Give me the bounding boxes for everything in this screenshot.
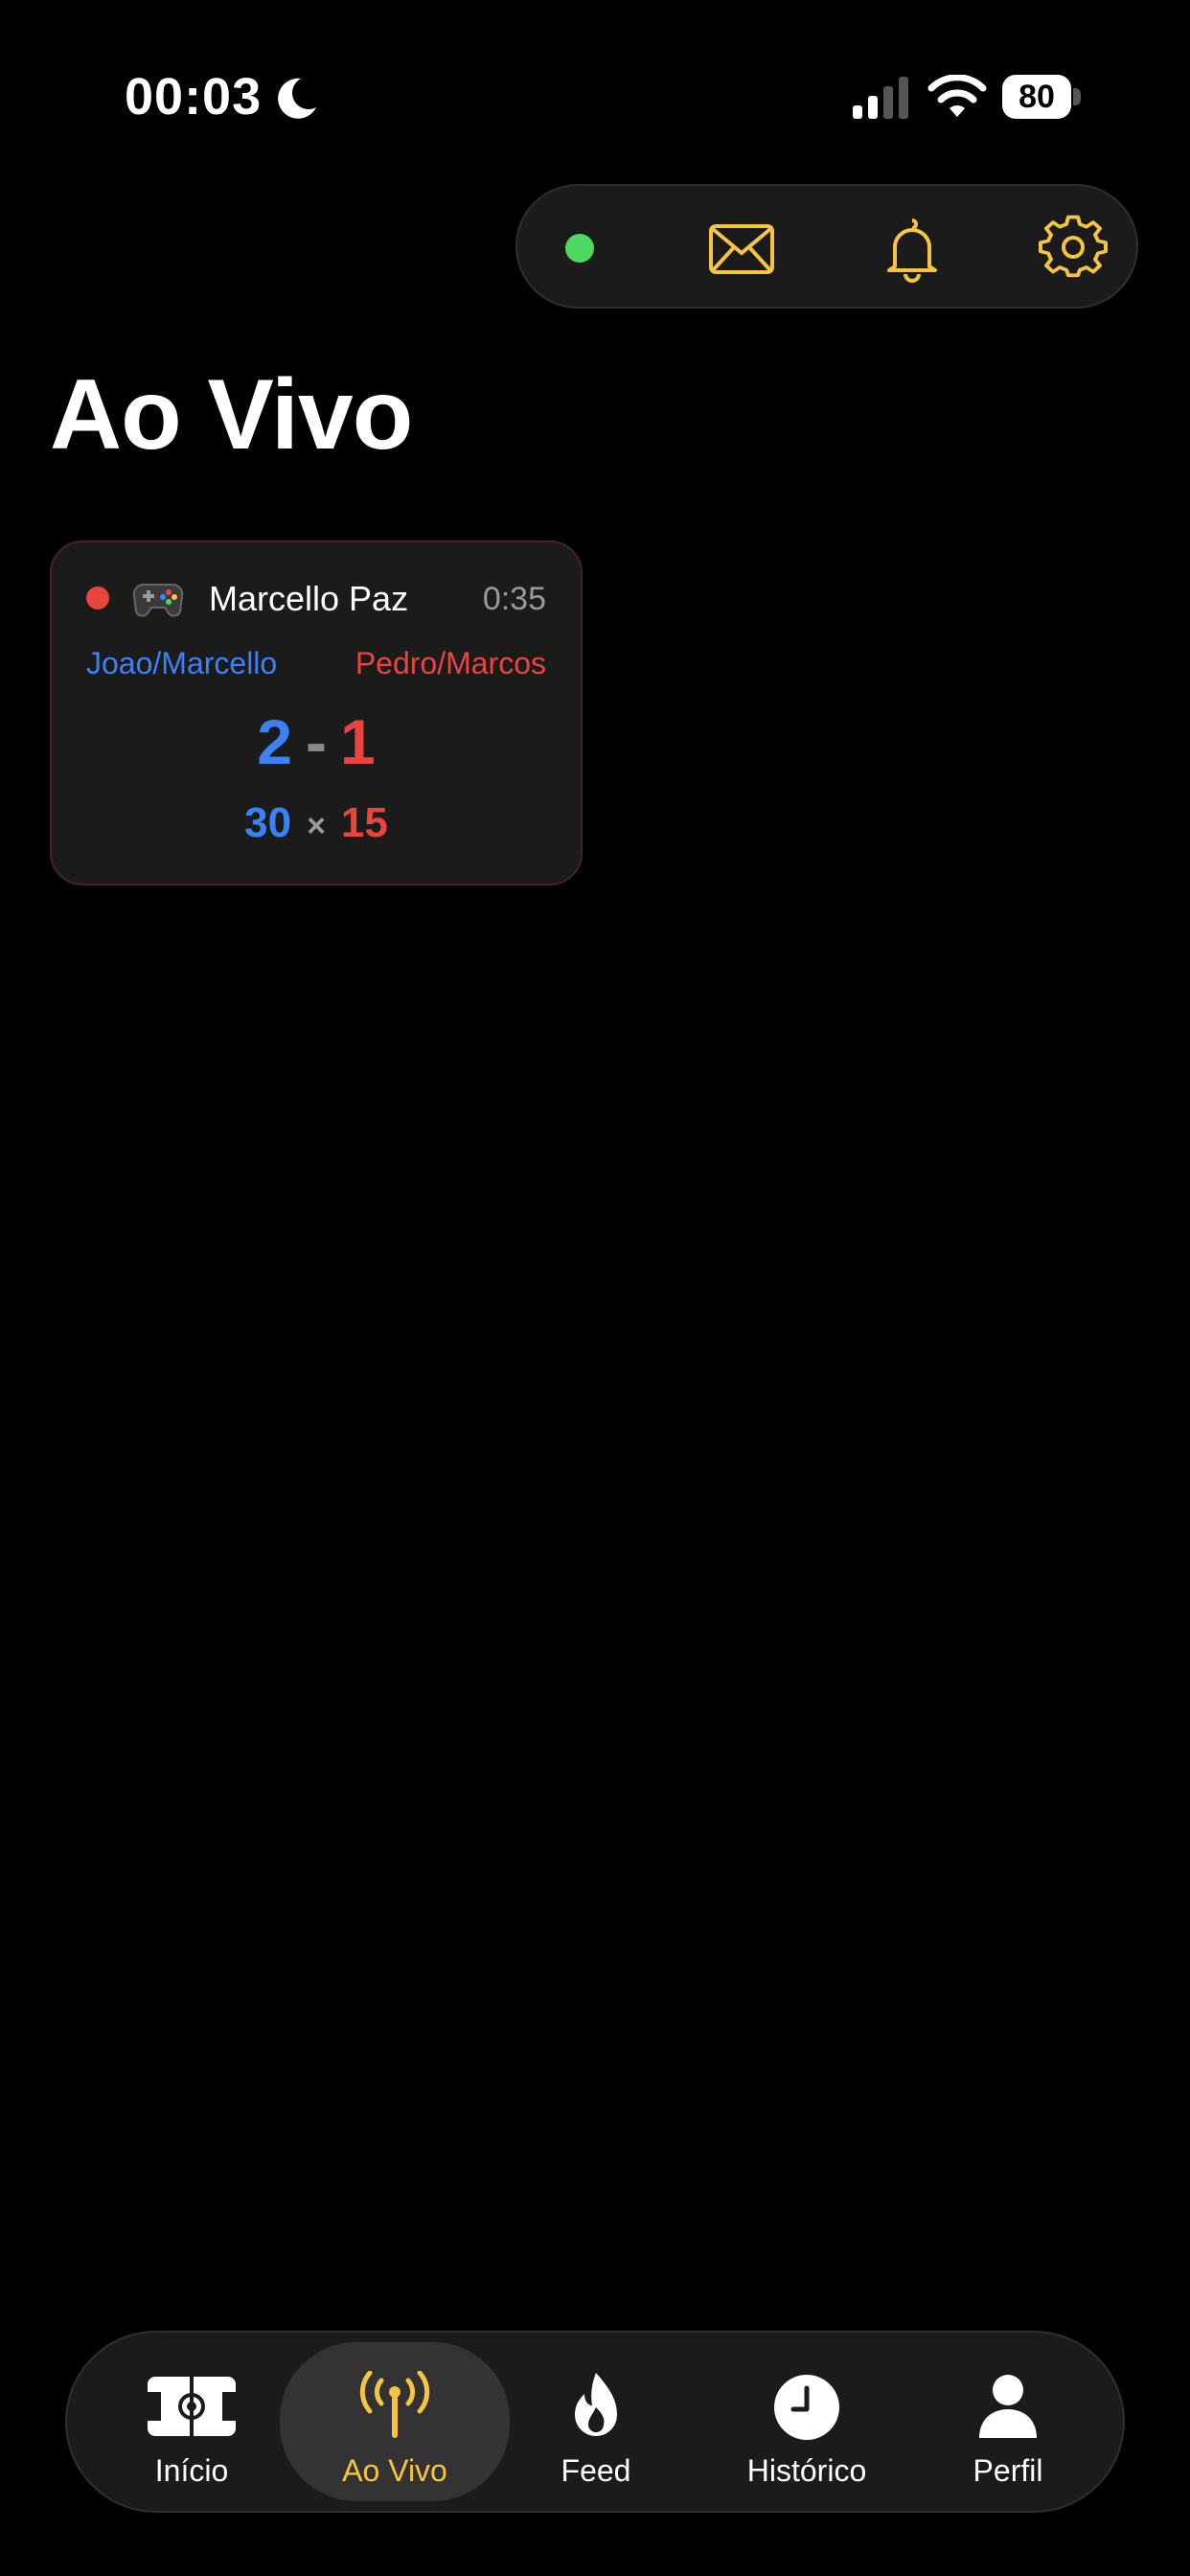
tab-label: Ao Vivo: [342, 2453, 447, 2488]
page-title: Ao Vivo: [50, 359, 413, 471]
team-b-name: Pedro/Marcos: [355, 646, 546, 680]
tab-inicio[interactable]: Início: [86, 2342, 297, 2501]
flame-icon: [575, 2373, 617, 2436]
moon-icon: [278, 78, 316, 119]
gear-icon[interactable]: [1039, 215, 1108, 284]
score-team-a: 2: [257, 706, 292, 777]
status-bar: 00:03 80: [0, 0, 1190, 192]
tab-ao-vivo[interactable]: Ao Vivo: [280, 2342, 510, 2501]
tab-label: Perfil: [973, 2453, 1043, 2488]
tab-feed[interactable]: Feed: [491, 2342, 701, 2501]
game-points: 30 × 15: [52, 799, 581, 847]
court-icon: [148, 2377, 236, 2436]
top-toolbar: [515, 184, 1138, 309]
set-score: 2-1: [52, 705, 581, 778]
status-time: 00:03: [125, 68, 263, 126]
points-team-a: 30: [244, 799, 292, 846]
online-status-dot: [565, 234, 594, 263]
match-elapsed-time: 0:35: [482, 581, 546, 617]
person-icon: [979, 2375, 1037, 2438]
live-indicator-dot: [86, 586, 109, 610]
tab-perfil[interactable]: Perfil: [903, 2342, 1113, 2501]
tab-label: Feed: [561, 2453, 631, 2488]
points-team-b: 15: [340, 799, 388, 846]
tab-label: Início: [154, 2453, 229, 2488]
mail-icon[interactable]: [707, 215, 776, 284]
team-a-name: Joao/Marcello: [86, 646, 278, 680]
battery-indicator: 80: [1002, 75, 1085, 119]
cellular-signal-icon: [853, 77, 908, 119]
tab-label: Histórico: [746, 2453, 867, 2488]
bottom-tab-bar: Início Ao Vivo Feed Histórico Perfil: [65, 2331, 1125, 2513]
wifi-icon: [927, 75, 987, 117]
player-name: Marcello Paz: [209, 579, 409, 618]
score-team-b: 1: [339, 706, 376, 777]
battery-level: 80: [1018, 79, 1055, 115]
clock-icon: [774, 2375, 839, 2440]
live-match-card[interactable]: Marcello Paz 0:35 Joao/Marcello Pedro/Ma…: [50, 540, 583, 886]
score-separator: -: [306, 706, 327, 777]
bell-icon[interactable]: [878, 215, 947, 284]
broadcast-icon: [359, 2371, 430, 2438]
gamepad-icon: [132, 583, 184, 617]
battery-cap: [1073, 88, 1081, 105]
tab-historico[interactable]: Histórico: [701, 2342, 912, 2501]
points-separator: ×: [307, 808, 326, 844]
